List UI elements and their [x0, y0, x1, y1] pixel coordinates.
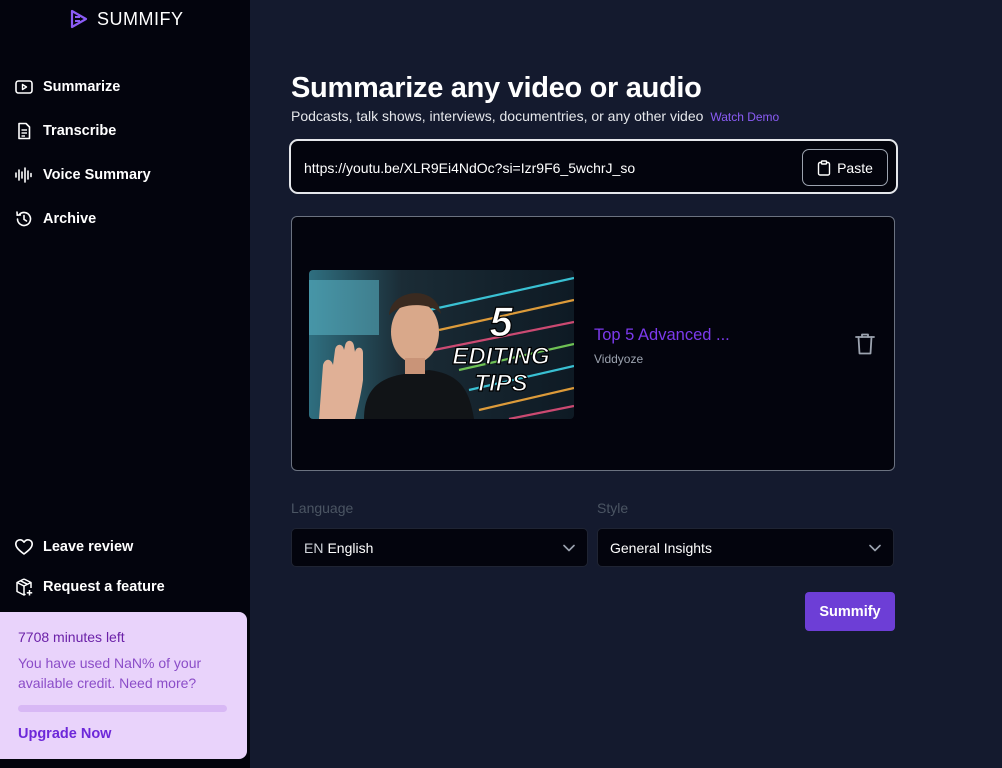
paste-button[interactable]: Paste [802, 149, 888, 186]
language-name: English [327, 539, 374, 556]
nav-label: Archive [43, 211, 97, 227]
logo-icon [70, 9, 88, 29]
language-label: Language [291, 500, 354, 516]
nav-label: Summarize [43, 79, 121, 95]
url-input-container: Paste [289, 139, 898, 194]
summify-button[interactable]: Summify [805, 592, 895, 631]
sidebar: SUMMIFY Summarize Transcribe Voice Summa… [0, 0, 250, 768]
url-input[interactable] [304, 158, 784, 178]
credit-progress-bar [18, 705, 227, 712]
page-title: Summarize any video or audio [291, 72, 702, 104]
credit-usage-text: You have used NaN% of your available cre… [18, 655, 202, 691]
page-subtitle: Podcasts, talk shows, interviews, docume… [291, 108, 779, 124]
language-value: EN English [304, 540, 563, 556]
paste-label: Paste [837, 159, 873, 176]
history-icon [14, 209, 34, 229]
watch-demo-link[interactable]: Watch Demo [710, 110, 779, 124]
brand-name: SUMMIFY [97, 8, 184, 29]
credits-card: 7708 minutes left You have used NaN% of … [0, 612, 247, 759]
thumb-number: 5 [489, 298, 513, 345]
minutes-left: 7708 minutes left [18, 629, 125, 645]
subtitle-text: Podcasts, talk shows, interviews, docume… [291, 108, 704, 124]
nav-item-transcribe[interactable]: Transcribe [14, 121, 116, 141]
style-label: Style [597, 500, 629, 516]
waveform-icon [14, 165, 34, 185]
thumb-line1: EDITING [452, 343, 549, 370]
chevron-down-icon [869, 544, 881, 551]
play-box-icon [14, 77, 34, 97]
style-value: General Insights [610, 539, 712, 556]
nav-label: Transcribe [43, 123, 117, 139]
trash-icon [855, 333, 875, 355]
leave-review-link[interactable]: Leave review [14, 537, 133, 557]
thumb-line2: TIPS [474, 370, 527, 397]
nav-item-voice-summary[interactable]: Voice Summary [14, 165, 151, 185]
video-title[interactable]: Top 5 Advanced ... [594, 326, 730, 345]
document-icon [14, 121, 34, 141]
language-select[interactable]: EN English [291, 528, 588, 567]
video-preview-card: 5 EDITING TIPS Top 5 Advanced ... Viddyo… [291, 216, 895, 471]
chevron-down-icon [563, 544, 575, 551]
style-select[interactable]: General Insights [597, 528, 894, 567]
package-plus-icon [14, 577, 34, 597]
nav-label: Voice Summary [43, 167, 151, 183]
logo[interactable]: SUMMIFY [68, 8, 184, 30]
clipboard-icon [817, 159, 831, 176]
video-channel: Viddyoze [594, 352, 644, 366]
heart-icon [14, 537, 34, 557]
upgrade-now-link[interactable]: Upgrade Now [18, 726, 229, 742]
leave-review-label: Leave review [43, 539, 134, 555]
video-thumbnail: 5 EDITING TIPS [309, 270, 574, 419]
delete-video-button[interactable] [854, 332, 876, 361]
request-feature-label: Request a feature [43, 579, 165, 595]
nav-item-summarize[interactable]: Summarize [14, 77, 120, 97]
request-feature-link[interactable]: Request a feature [14, 577, 165, 597]
nav-item-archive[interactable]: Archive [14, 209, 96, 229]
language-code: EN [304, 539, 324, 556]
